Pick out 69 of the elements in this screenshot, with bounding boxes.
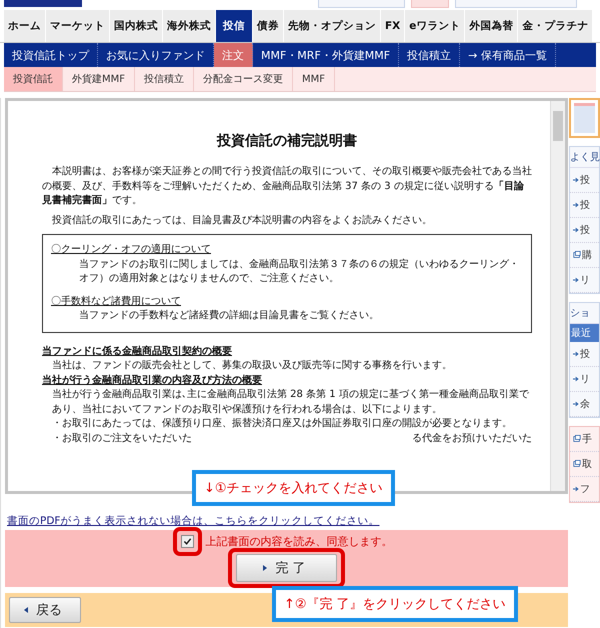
caret-icon xyxy=(24,607,28,613)
bullet-text: ・お取引にあたっては、保護預り口座、振替決済口座又は外国証券取引口座の開設が必要となります。 xyxy=(52,417,512,432)
order-tab[interactable]: 分配金コース変更 xyxy=(194,67,294,91)
side-link[interactable]: リ xyxy=(570,367,599,392)
nav-tab[interactable]: eワラント xyxy=(405,10,464,42)
complete-button[interactable]: 完 了 xyxy=(236,554,337,582)
arrow-icon xyxy=(573,376,580,382)
scrollbar[interactable] xyxy=(550,101,566,491)
paragraph: 本説明書は、お客様が楽天証券との間で行う投資信託の取引について、その取引概要や販売会社である当社の概要、及び、手数料等をご理解いただくため、金融商品取引法第 37 条の 3 の規定に従い説明する「目論見書補完書面」です。 xyxy=(42,165,532,208)
document-title: 投資信託の補完説明書 xyxy=(216,132,358,151)
order-tab[interactable]: 投信積立 xyxy=(135,67,194,91)
side-link[interactable]: 手 xyxy=(570,427,599,452)
header-box xyxy=(411,0,449,8)
logo-block[interactable] xyxy=(4,0,82,7)
order-tab[interactable]: 外貨建MMF xyxy=(63,67,136,91)
instruction-callout: ↑②『完 了』をクリックしてください xyxy=(272,586,518,622)
section-text: 当社は、ファンドの販売会社として、募集の取扱い及び販売等に関する事務を行います。 xyxy=(51,359,453,374)
notice-heading: 〇クーリング・オフの適用について xyxy=(51,243,212,258)
nav-tab[interactable]: 金・プラチナ xyxy=(518,10,592,42)
arrow-icon xyxy=(573,177,580,183)
nav-tab[interactable]: FX xyxy=(381,10,404,42)
page-thumbnail-icon xyxy=(574,103,595,133)
panel-tab[interactable]: 最近 xyxy=(570,324,599,342)
notice-text: 当ファンドの手数料など諸経費の詳細は目論見書をご覧ください。 xyxy=(78,309,380,324)
nav-tab[interactable]: 債券 xyxy=(253,10,283,42)
nav-tab[interactable]: 国内株式 xyxy=(110,10,162,42)
agree-label: 上記書面の内容を読み、同意します。 xyxy=(206,534,393,549)
arrow-icon xyxy=(573,401,580,407)
window-icon xyxy=(573,435,582,443)
order-tab[interactable]: MMF xyxy=(293,67,336,91)
pdf-help-link[interactable]: 書面のPDFがうまく表示されない場合は、こちらをクリックしてください。 xyxy=(7,514,568,528)
arrow-icon xyxy=(573,277,580,283)
arrow-icon xyxy=(573,202,580,208)
side-link[interactable]: 取 xyxy=(570,452,599,477)
nav-tab[interactable]: 投信 xyxy=(216,10,252,42)
arrow-icon xyxy=(573,486,580,492)
side-link[interactable]: 投 xyxy=(570,342,599,367)
notice-heading: 〇手数料など諸費用について xyxy=(51,294,182,309)
bullet-text: る代金をお預けいただいた xyxy=(412,432,532,446)
side-link[interactable]: 投 xyxy=(570,218,599,243)
nav-tab[interactable]: 海外株式 xyxy=(163,10,215,42)
nav-tab[interactable]: 外国為替 xyxy=(465,10,518,42)
caret-icon xyxy=(263,565,268,571)
arrow-icon xyxy=(573,351,580,357)
agree-checkbox[interactable] xyxy=(180,535,194,548)
thumbnail-panel[interactable] xyxy=(569,98,600,138)
side-link[interactable]: 余 xyxy=(570,392,599,417)
instruction-callout: ↓①チェックを入れてください xyxy=(192,470,395,506)
side-link[interactable]: 投 xyxy=(570,168,599,193)
order-tab[interactable]: 投資信託 xyxy=(4,67,63,91)
bullet-text: ・お取引のご注文をいただいた xyxy=(52,432,192,446)
nav-tab[interactable]: ホーム xyxy=(4,10,45,42)
arrow-icon xyxy=(573,227,580,233)
nav-tab[interactable]: マーケット xyxy=(46,10,109,42)
highlight-ring xyxy=(172,527,202,556)
side-link[interactable]: リ xyxy=(570,268,599,293)
section-heading: 当ファンドに係る金融商品取引契約の概要 xyxy=(42,344,233,359)
window-icon xyxy=(573,251,582,259)
side-link[interactable]: フ xyxy=(570,477,599,502)
nav-tab[interactable]: 先物・オプション xyxy=(284,10,380,42)
section-heading: 当社が行う金融商品取引業の内容及び方法の概要 xyxy=(42,374,263,388)
side-link[interactable]: 購 xyxy=(570,243,599,268)
window-icon xyxy=(573,460,582,468)
paragraph: 投資信託の取引にあたっては、目論見書及び本説明書の内容をよくお読みください。 xyxy=(51,214,433,228)
side-link[interactable]: 投 xyxy=(570,193,599,218)
panel-heading: よく見 xyxy=(570,147,599,168)
back-button[interactable]: 戻る xyxy=(9,597,81,623)
notice-text: 当ファンドのお取引に関しましては、金融商品取引法第３７条の６の規定（いわゆるクーリング・オフ）の適用対象とはなりませんので、ご注意ください。 xyxy=(78,258,520,286)
section-text: 当社が行う金融商品取引業は､主に金融商品取引法第 28 条第 1 項の規定に基づく第一種金融商品取引業であり、当社においてファンドのお取引や保護預けを行われる場合は、以下によります。 xyxy=(51,388,530,417)
